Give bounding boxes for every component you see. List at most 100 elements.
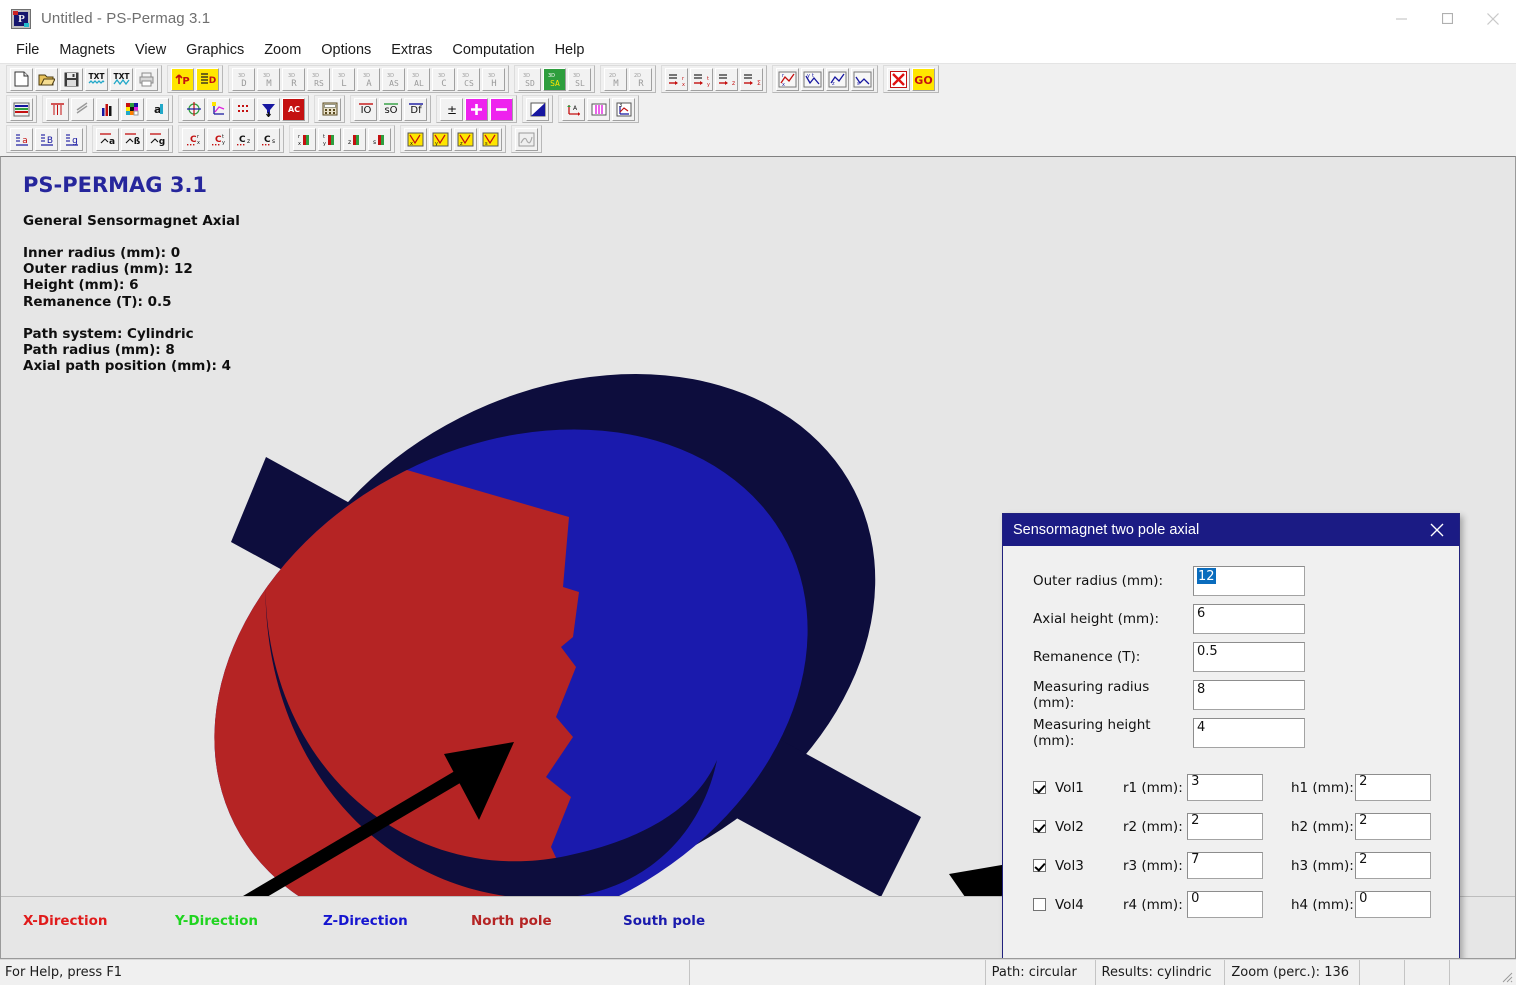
diagonal-chart-button[interactable] [526,97,549,121]
abc-red-button[interactable]: AC [282,97,305,121]
chart-rx-button[interactable]: rx [776,67,799,91]
grid-crosshair-button[interactable] [182,97,205,121]
input-axial-height[interactable]: 6 [1193,604,1305,634]
maximize-button[interactable] [1424,0,1470,37]
c-s-button[interactable]: Cs [257,127,280,151]
3d-c-button[interactable]: 3D C [432,67,455,91]
input-h1[interactable]: 2 [1355,774,1431,801]
plot-s-button[interactable]: s [479,127,502,151]
menu-magnets[interactable]: Magnets [49,39,125,62]
beta-b-button[interactable]: B [35,127,58,151]
text-color-button[interactable]: a [146,97,169,121]
menu-zoom[interactable]: Zoom [254,39,311,62]
c-z-button[interactable]: Cz [232,127,255,151]
3d-sa-button[interactable]: 3D SA [543,67,566,91]
input-r3[interactable]: 7 [1187,852,1263,879]
funnel-button[interactable] [257,97,280,121]
plot-z-button[interactable]: z [454,127,477,151]
checkbox-vol2[interactable] [1033,820,1046,833]
menu-extras[interactable]: Extras [381,39,442,62]
df-button[interactable]: Df [404,97,427,121]
curve-g-button[interactable]: g [146,127,169,151]
3d-al-button[interactable]: 3D AL [407,67,430,91]
bar-s-button[interactable]: s [368,127,391,151]
column-button[interactable] [46,97,69,121]
columns-button[interactable] [587,97,610,121]
3d-m-button[interactable]: 3D M [257,67,280,91]
3d-l-button[interactable]: 3D L [332,67,355,91]
axis-origin-button[interactable]: A [562,97,585,121]
path-up-button[interactable]: P [171,67,194,91]
bar-rx-button[interactable]: rx [293,127,316,151]
input-h3[interactable]: 2 [1355,852,1431,879]
open-folder-button[interactable] [35,67,58,91]
input-h4[interactable]: 0 [1355,891,1431,918]
3d-sd-button[interactable]: 3D SD [518,67,541,91]
chart-z-button[interactable]: z [826,67,849,91]
new-file-button[interactable] [10,67,33,91]
calculator-button[interactable] [318,97,341,121]
checkbox-vol4[interactable] [1033,898,1046,911]
input-outer-radius[interactable]: 12 [1193,566,1305,596]
axes-button[interactable] [207,97,230,121]
sum-ty-button[interactable]: ty [690,67,713,91]
c-ty-button[interactable]: Cty [207,127,230,151]
sum-s-button[interactable]: Σ [740,67,763,91]
chart-s-button[interactable]: s [851,67,874,91]
bars-button[interactable] [96,97,119,121]
3d-as-button[interactable]: 3D AS [382,67,405,91]
surface-button[interactable] [515,127,538,151]
menu-help[interactable]: Help [545,39,595,62]
save-button[interactable] [60,67,83,91]
input-r2[interactable]: 2 [1187,813,1263,840]
menu-view[interactable]: View [125,39,176,62]
menu-options[interactable]: Options [311,39,381,62]
dots-button[interactable] [232,97,255,121]
menu-graphics[interactable]: Graphics [176,39,254,62]
txt-export-button[interactable]: TXT [110,67,133,91]
3d-a-button[interactable]: 3D A [357,67,380,91]
palette-button[interactable] [121,97,144,121]
2d-m-button[interactable]: 2D M [604,67,627,91]
bar-ty-button[interactable]: ty [318,127,341,151]
go-button[interactable]: GO [912,67,935,91]
3d-sl-button[interactable]: 3D SL [568,67,591,91]
stop-button[interactable] [887,67,910,91]
print-button[interactable] [135,67,158,91]
gamma-g-button[interactable]: g [60,127,83,151]
input-remanence[interactable]: 0.5 [1193,642,1305,672]
3d-rs-button[interactable]: 3D RS [307,67,330,91]
alpha-a-button[interactable]: a [10,127,33,151]
menu-file[interactable]: File [6,39,49,62]
3d-r-button[interactable]: 3D R [282,67,305,91]
txt-import-button[interactable]: TXT [85,67,108,91]
curve-beta-button[interactable]: ß [121,127,144,151]
plot-x-button[interactable]: x [404,127,427,151]
3d-cs-button[interactable]: 3D CS [457,67,480,91]
plusminus-button[interactable]: ± [440,97,463,121]
c-rx-button[interactable]: Crx [182,127,205,151]
lines-button[interactable] [71,97,94,121]
sensormagnet-dialog[interactable]: Sensormagnet two pole axial Outer radius… [1002,513,1460,958]
io-button[interactable]: IO [354,97,377,121]
layers-button[interactable] [10,97,33,121]
sum-z-button[interactable]: z [715,67,738,91]
canvas-area[interactable]: PS-PERMAG 3.1 General Sensormagnet Axial… [0,156,1516,959]
zoom-in-button[interactable] [465,97,488,121]
input-r4[interactable]: 0 [1187,891,1263,918]
input-measuring-height[interactable]: 4 [1193,718,1305,748]
input-h2[interactable]: 2 [1355,813,1431,840]
dialog-close-button[interactable] [1415,514,1459,546]
curve-a-button[interactable]: a [96,127,119,151]
sum-rx-button[interactable]: rx [665,67,688,91]
3d-h-button[interactable]: 3D H [482,67,505,91]
3d-d-button[interactable]: 3D D [232,67,255,91]
input-r1[interactable]: 3 [1187,774,1263,801]
plot-y-button[interactable]: y [429,127,452,151]
2d-r-button[interactable]: 2D R [629,67,652,91]
zoom-out-button[interactable] [490,97,513,121]
menu-computation[interactable]: Computation [442,39,544,62]
checkbox-vol1[interactable] [1033,781,1046,794]
bar-z-button[interactable]: z [343,127,366,151]
so-button[interactable]: sO [379,97,402,121]
